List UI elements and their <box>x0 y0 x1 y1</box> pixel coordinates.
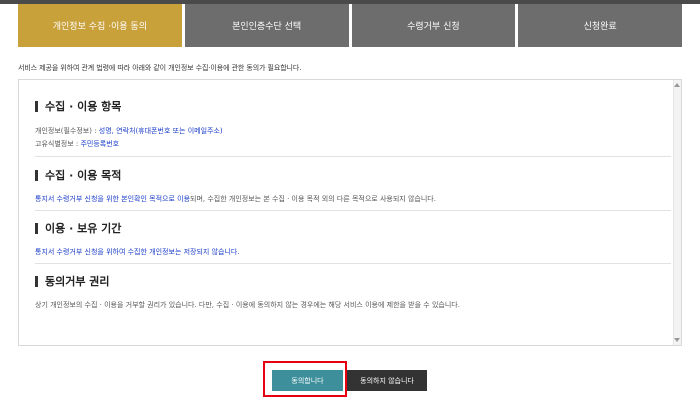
step-refusal-request: 수령거부 신청 <box>351 4 516 47</box>
section-title-text: 동의거부 권리 <box>45 275 110 288</box>
purpose-highlight: 통지서 수령거부 신청을 위한 본인확인 목적으로 이용 <box>35 195 191 203</box>
purpose-rest: 되며, 수집한 개인정보는 본 수집 · 이용 목적 외의 다른 목적으로 사용… <box>190 195 436 203</box>
step-complete: 신청완료 <box>518 4 682 47</box>
section-title-items: 수집 · 이용 항목 <box>35 98 121 114</box>
unique-id-label: 고유식별정보 : <box>35 140 81 148</box>
section-bar-icon <box>35 169 38 181</box>
divider <box>35 263 671 264</box>
personal-info-label: 개인정보(필수정보) : <box>35 127 99 135</box>
purpose-text: 통지서 수령거부 신청을 위한 본인확인 목적으로 이용되며, 수집한 개인정보… <box>35 194 436 204</box>
section-bar-icon <box>35 222 38 234</box>
disagree-button[interactable]: 동의하지 않습니다 <box>347 370 427 391</box>
step-tabs: 개인정보 수집 ·이용 동의 본인인증수단 선택 수령거부 신청 신청완료 <box>18 4 682 47</box>
scrollbar[interactable] <box>673 80 681 345</box>
intro-text: 서비스 제공을 위하여 관계 법령에 따라 아래와 같이 개인정보 수집·이용에… <box>18 64 302 72</box>
divider <box>35 156 671 157</box>
section-title-text: 수집 · 이용 목적 <box>45 169 122 182</box>
scroll-up-icon[interactable] <box>674 83 680 87</box>
step-auth-method: 본인인증수단 선택 <box>184 4 349 47</box>
step-consent: 개인정보 수집 ·이용 동의 <box>18 4 182 47</box>
agree-button[interactable]: 동의합니다 <box>272 370 343 391</box>
section-title-retention: 이용 · 보유 기간 <box>35 220 121 236</box>
section-bar-icon <box>35 275 38 287</box>
section-title-text: 이용 · 보유 기간 <box>45 222 122 235</box>
consent-panel[interactable]: 수집 · 이용 항목 개인정보(필수정보) : 성명, 연락처(휴대폰번호 또는… <box>18 79 682 346</box>
personal-info-line: 개인정보(필수정보) : 성명, 연락처(휴대폰번호 또는 이메일주소) <box>35 126 223 136</box>
section-title-text: 수집 · 이용 항목 <box>45 100 122 113</box>
refusal-text: 상기 개인정보의 수집 · 이용을 거부할 권리가 있습니다. 다만, 수집 ·… <box>35 301 460 309</box>
divider <box>35 210 671 211</box>
unique-id-line: 고유식별정보 : 주민등록번호 <box>35 139 119 149</box>
unique-id-value: 주민등록번호 <box>80 140 120 148</box>
retention-text: 통지서 수령거부 신청을 위하여 수집한 개인정보는 저장되지 않습니다. <box>35 248 240 256</box>
section-title-purpose: 수집 · 이용 목적 <box>35 167 121 183</box>
section-title-refusal: 동의거부 권리 <box>35 273 110 289</box>
scroll-down-icon[interactable] <box>674 338 680 342</box>
personal-info-value: 성명, 연락처(휴대폰번호 또는 이메일주소) <box>98 127 223 135</box>
section-bar-icon <box>35 100 38 112</box>
